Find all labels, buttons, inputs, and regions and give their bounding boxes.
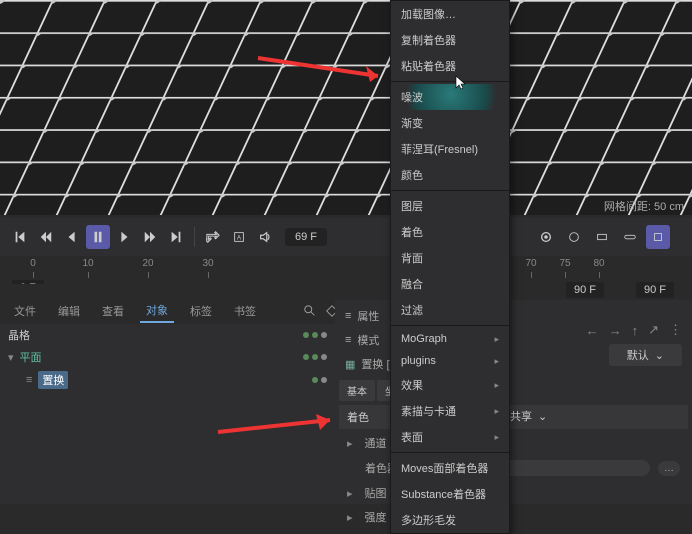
playback-bar-right xyxy=(528,218,692,256)
hamburger-icon[interactable]: ≡ xyxy=(345,334,351,346)
prev-frame-button[interactable] xyxy=(60,225,84,249)
chevron-right-icon[interactable]: ▸ xyxy=(347,437,353,450)
attr-tab-basic[interactable]: 基本 xyxy=(339,380,375,401)
attr-label: 强度 xyxy=(365,509,387,525)
attr-title: 属性 xyxy=(357,308,379,324)
timeline-start-input[interactable]: 0 F xyxy=(12,280,44,284)
ctx-filter[interactable]: 过滤 xyxy=(391,297,509,323)
nav-ext-button[interactable]: ↗ xyxy=(648,322,659,338)
tick: 10 xyxy=(58,256,118,284)
hamburger-icon[interactable]: ≡ xyxy=(345,310,351,322)
submenu-arrow-icon: ▸ xyxy=(494,380,499,391)
submenu-arrow-icon: ▸ xyxy=(494,406,499,417)
share-dropdown[interactable]: 共享 ⌄ xyxy=(510,408,547,424)
attr-mode[interactable]: 模式 xyxy=(357,332,379,348)
tick: 20 xyxy=(118,256,178,284)
loop-button[interactable] xyxy=(201,225,225,249)
tab-view[interactable]: 查看 xyxy=(96,300,130,322)
goto-start-button[interactable] xyxy=(8,225,32,249)
attr-label: 贴图 xyxy=(365,485,387,501)
nav-fwd-button[interactable]: → xyxy=(609,323,622,338)
ctx-color[interactable]: 颜色 xyxy=(391,162,509,188)
nav-menu-button[interactable]: ⋮ xyxy=(669,322,682,338)
object-label: 晶格 xyxy=(8,327,30,343)
ctx-noise[interactable]: 噪波 xyxy=(391,84,509,110)
shader-more-button[interactable]: … xyxy=(658,461,680,476)
goto-end-button[interactable] xyxy=(164,225,188,249)
ctx-polyhair[interactable]: 多边形毛发 xyxy=(391,507,509,533)
ctx-shader[interactable]: 着色 xyxy=(391,219,509,245)
ctx-backface[interactable]: 背面 xyxy=(391,245,509,271)
timeline-end-input[interactable]: 90 F xyxy=(566,282,604,298)
chevron-down-icon: ⌄ xyxy=(538,410,547,423)
autokey-button[interactable] xyxy=(562,225,586,249)
shader-context-menu: 加载图像… 复制着色器 粘贴着色器 噪波 渐变 菲涅耳(Fresnel) 颜色 … xyxy=(390,0,510,534)
ctx-copy-shader[interactable]: 复制着色器 xyxy=(391,27,509,53)
tab-object[interactable]: 对象 xyxy=(140,299,174,323)
ctx-sketch[interactable]: 素描与卡通▸ xyxy=(391,398,509,424)
tab-file[interactable]: 文件 xyxy=(8,300,42,322)
ctx-layer[interactable]: 图层 xyxy=(391,193,509,219)
tick: 30 xyxy=(178,256,238,284)
object-label: 置换 xyxy=(38,371,68,389)
timeline-ruler-right[interactable]: 70 75 80 xyxy=(510,256,692,284)
chevron-down-icon: ⌄ xyxy=(655,349,664,362)
play-pause-button[interactable] xyxy=(86,225,110,249)
ctx-plugins[interactable]: plugins▸ xyxy=(391,350,509,372)
ctx-substance[interactable]: Substance着色器 xyxy=(391,481,509,507)
grid-spacing-label: 网格间距: 50 cm xyxy=(604,198,684,214)
attr-label: 通道 xyxy=(365,435,387,451)
tab-tags[interactable]: 标签 xyxy=(184,300,218,322)
sound-button[interactable] xyxy=(253,225,277,249)
displace-icon: ▦ xyxy=(345,358,355,371)
anim-mode-button[interactable] xyxy=(646,225,670,249)
prev-key-button[interactable] xyxy=(34,225,58,249)
nav-up-button[interactable]: ↑ xyxy=(632,323,639,338)
timeline-max-input[interactable]: 90 F xyxy=(636,282,674,298)
nav-back-button[interactable]: ← xyxy=(586,323,599,338)
tab-bookmarks[interactable]: 书签 xyxy=(228,300,262,322)
layout-preset-dropdown[interactable]: 默认 ⌄ xyxy=(609,344,682,366)
record-key-button[interactable] xyxy=(534,225,558,249)
key-options-button[interactable] xyxy=(590,225,614,249)
ctx-blend[interactable]: 融合 xyxy=(391,271,509,297)
viewport-3d[interactable] xyxy=(0,0,692,215)
ctx-gradient[interactable]: 渐变 xyxy=(391,110,509,136)
object-row-displace[interactable]: ≡ 置换 xyxy=(0,368,335,392)
next-key-button[interactable] xyxy=(138,225,162,249)
ctx-effects[interactable]: 效果▸ xyxy=(391,372,509,398)
object-manager-tabs: 文件 编辑 查看 对象 标签 书签 ⋮ xyxy=(0,300,392,322)
anim-layer-button[interactable] xyxy=(618,225,642,249)
chevron-right-icon[interactable]: ▸ xyxy=(347,487,353,500)
current-frame-display[interactable]: 69 F xyxy=(285,228,327,246)
chevron-right-icon[interactable]: ▸ xyxy=(347,511,353,524)
next-frame-button[interactable] xyxy=(112,225,136,249)
ctx-paste-shader[interactable]: 粘贴着色器 xyxy=(391,53,509,79)
object-row-lattice[interactable]: 晶格 xyxy=(0,324,335,346)
tab-edit[interactable]: 编辑 xyxy=(52,300,86,322)
attr-nav-tools: ← → ↑ ↗ ⋮ xyxy=(586,322,682,338)
ctx-surface[interactable]: 表面▸ xyxy=(391,424,509,450)
preset-label: 默认 xyxy=(627,347,649,363)
object-manager-panel: 晶格 ▾ 平面 ≡ 置换 xyxy=(0,324,335,504)
keyframe-mode-button[interactable]: A xyxy=(227,225,251,249)
tick: 80 xyxy=(582,256,616,284)
object-row-plane[interactable]: ▾ 平面 xyxy=(0,346,335,368)
ctx-fresnel[interactable]: 菲涅耳(Fresnel) xyxy=(391,136,509,162)
ctx-moves[interactable]: Moves面部着色器 xyxy=(391,455,509,481)
search-icon[interactable] xyxy=(302,303,318,319)
object-label: 平面 xyxy=(20,349,42,365)
ctx-mograph[interactable]: MoGraph▸ xyxy=(391,328,509,350)
tick: 70 xyxy=(514,256,548,284)
ctx-load-image[interactable]: 加载图像… xyxy=(391,1,509,27)
submenu-arrow-icon: ▸ xyxy=(494,432,499,443)
svg-text:A: A xyxy=(237,235,242,242)
submenu-arrow-icon: ▸ xyxy=(494,334,499,345)
submenu-arrow-icon: ▸ xyxy=(494,356,499,367)
tick: 75 xyxy=(548,256,582,284)
